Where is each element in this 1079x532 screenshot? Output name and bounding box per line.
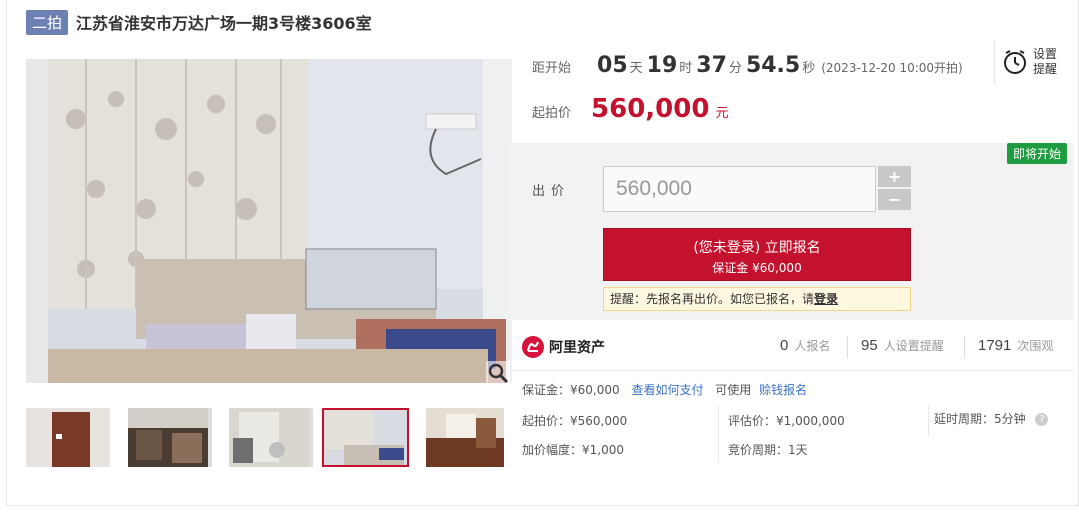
start-price-unit: 元 bbox=[715, 106, 729, 121]
increment-detail: 加价幅度：¥1,000 bbox=[522, 443, 624, 457]
notice-text: 提醒：先报名再出价。如您已报名，请 bbox=[610, 292, 815, 306]
column-divider bbox=[718, 406, 719, 462]
reminder-label: 设置 提醒 bbox=[1033, 47, 1057, 77]
countdown-seconds: 54.5 bbox=[745, 53, 801, 78]
countdown-hours: 19 bbox=[646, 53, 678, 78]
thumbnail-4[interactable] bbox=[322, 408, 409, 467]
login-notice: 提醒：先报名再出价。如您已报名，请登录 bbox=[603, 287, 911, 311]
ali-assets-logo[interactable]: 阿里资产 bbox=[522, 336, 605, 358]
countdown: 距开始 05 天 19 时 37 分 54.5 秒 (2023-12-20 10… bbox=[532, 53, 963, 78]
round-badge: 二拍 bbox=[26, 9, 69, 35]
views-stat: 1791 次围观 bbox=[978, 337, 1053, 354]
main-photo[interactable] bbox=[26, 59, 512, 383]
countdown-minutes: 37 bbox=[696, 53, 727, 78]
title-row: 二拍 江苏省淮安市万达广场一期3号楼3606室 bbox=[26, 9, 372, 35]
usable-text: 可使用 bbox=[715, 383, 752, 397]
countdown-label: 距开始 bbox=[532, 61, 572, 76]
thumbnail-2[interactable] bbox=[128, 408, 212, 467]
deposit-text: 保证金：¥60,000 bbox=[522, 383, 620, 397]
delay-detail: 延时周期：5分钟 bbox=[934, 412, 1026, 426]
thumbnail-5[interactable] bbox=[426, 408, 504, 467]
bid-panel: 即将开始 出价 560,000 + − (您未登录) 立即报名 保证金 ¥60,… bbox=[510, 143, 1073, 320]
ali-logo-icon bbox=[522, 336, 544, 358]
bid-label: 出价 bbox=[532, 184, 571, 199]
start-time-note: (2023-12-20 10:00开拍) bbox=[821, 61, 963, 75]
ali-brand-text: 阿里资产 bbox=[549, 340, 605, 356]
zoom-icon[interactable] bbox=[486, 361, 510, 385]
bid-input[interactable]: 560,000 bbox=[603, 166, 876, 212]
views-label: 次围观 bbox=[1017, 339, 1054, 353]
increase-bid-button[interactable]: + bbox=[878, 166, 911, 187]
login-link[interactable]: 登录 bbox=[814, 292, 838, 306]
signups-stat: 0 人报名 bbox=[780, 337, 830, 354]
thumbnail-1[interactable] bbox=[26, 408, 110, 467]
reminder-label-line1: 设置 bbox=[1033, 47, 1058, 61]
stat-divider bbox=[847, 336, 848, 358]
delay-detail-row: 延时周期：5分钟 ? bbox=[934, 410, 1049, 427]
status-badge: 即将开始 bbox=[1006, 143, 1067, 164]
signup-button[interactable]: (您未登录) 立即报名 保证金 ¥60,000 bbox=[603, 228, 911, 281]
reminder-label-line2: 提醒 bbox=[1033, 62, 1058, 76]
stat-divider bbox=[964, 336, 965, 358]
page-title: 江苏省淮安市万达广场一期3号楼3606室 bbox=[76, 14, 372, 33]
views-count: 1791 bbox=[978, 337, 1012, 354]
signup-button-label: (您未登录) 立即报名 bbox=[693, 240, 821, 256]
countdown-minutes-unit: 分 bbox=[728, 61, 742, 76]
credit-signup-link[interactable]: 赊钱报名 bbox=[759, 383, 807, 397]
signup-deposit-label: 保证金 ¥60,000 bbox=[712, 261, 802, 275]
reminders-stat: 95 人设置提醒 bbox=[861, 337, 944, 354]
decrease-bid-button[interactable]: − bbox=[878, 189, 911, 210]
alarm-clock-icon bbox=[1004, 50, 1026, 74]
reminders-label: 人设置提醒 bbox=[883, 339, 944, 353]
deposit-row: 保证金：¥60,000 查看如何支付 可使用 赊钱报名 bbox=[522, 381, 807, 398]
start-price-label: 起拍价 bbox=[532, 106, 572, 121]
countdown-days: 05 bbox=[597, 53, 628, 78]
thumbnail-3[interactable] bbox=[229, 408, 313, 467]
column-divider bbox=[928, 406, 929, 436]
signups-count: 0 bbox=[780, 337, 789, 354]
signups-label: 人报名 bbox=[794, 339, 831, 353]
how-to-pay-link[interactable]: 查看如何支付 bbox=[631, 383, 703, 397]
countdown-days-unit: 天 bbox=[629, 61, 643, 76]
reminders-count: 95 bbox=[861, 337, 878, 354]
stats-area: 阿里资产 0 人报名 95 人设置提醒 1791 次围观 保证金：¥60,000… bbox=[510, 320, 1073, 506]
cycle-detail: 竞价周期：1天 bbox=[728, 443, 808, 457]
divider bbox=[510, 370, 1073, 371]
start-price-detail: 起拍价：¥560,000 bbox=[522, 414, 628, 428]
set-reminder-button[interactable]: 设置 提醒 bbox=[994, 40, 1073, 84]
appraisal-detail: 评估价：¥1,000,000 bbox=[728, 414, 845, 428]
start-price-row: 起拍价 560,000 元 bbox=[532, 94, 728, 124]
start-price-value: 560,000 bbox=[591, 94, 710, 124]
help-icon[interactable]: ? bbox=[1035, 413, 1049, 426]
countdown-seconds-unit: 秒 bbox=[802, 61, 816, 76]
countdown-hours-unit: 时 bbox=[679, 61, 693, 76]
